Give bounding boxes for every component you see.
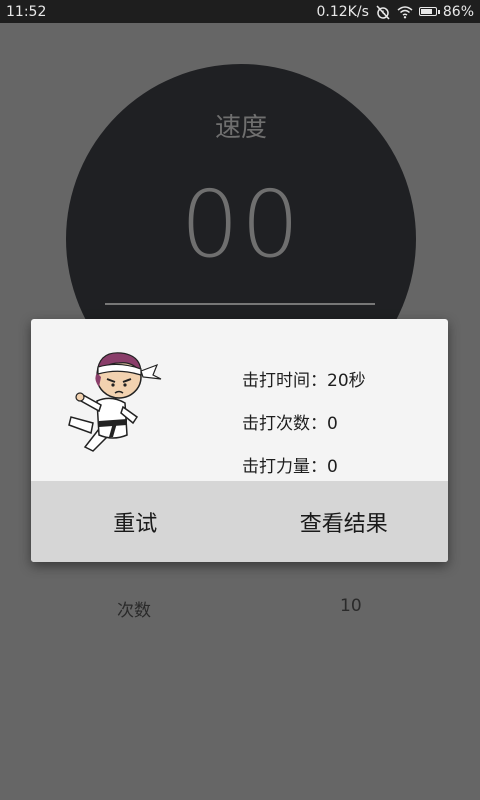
count-row: 次数 10 bbox=[0, 596, 480, 622]
gauge-label: 速度 bbox=[214, 113, 267, 143]
battery-percent: 86% bbox=[442, 3, 474, 20]
hit-count-value: 0 bbox=[327, 414, 338, 434]
karate-kid-icon bbox=[68, 352, 162, 452]
battery-level-fill bbox=[420, 9, 433, 14]
hit-power-value: 0 bbox=[327, 457, 338, 477]
hit-power-label: 击打力量： bbox=[242, 457, 327, 477]
hit-count-stat: 击打次数：0 bbox=[242, 409, 338, 434]
hit-count-label: 击打次数： bbox=[242, 414, 327, 434]
dialog-button-bar: 重试 查看结果 bbox=[31, 481, 448, 562]
count-label: 次数 bbox=[117, 601, 151, 621]
result-dialog: 击打时间：20秒 击打次数：0 击打力量：0 重试 查看结果 bbox=[31, 319, 448, 562]
status-icons: 0.12K/s 86% bbox=[317, 4, 475, 20]
status-bar: 11:52 0.12K/s 86% bbox=[0, 0, 480, 23]
wifi-icon bbox=[397, 5, 413, 19]
gauge-divider bbox=[105, 303, 375, 305]
status-time: 11:52 bbox=[6, 3, 47, 20]
hit-time-value: 20秒 bbox=[327, 371, 366, 391]
alarm-off-icon bbox=[375, 4, 391, 20]
view-results-button[interactable]: 查看结果 bbox=[240, 481, 449, 562]
battery-icon bbox=[418, 7, 440, 16]
hit-time-stat: 击打时间：20秒 bbox=[242, 366, 366, 391]
count-value: 10 bbox=[340, 596, 362, 616]
network-speed: 0.12K/s bbox=[316, 3, 369, 20]
retry-button[interactable]: 重试 bbox=[31, 481, 240, 562]
hit-power-stat: 击打力量：0 bbox=[242, 452, 338, 477]
hit-time-label: 击打时间： bbox=[242, 371, 327, 391]
gauge-value: 00 bbox=[180, 171, 302, 278]
